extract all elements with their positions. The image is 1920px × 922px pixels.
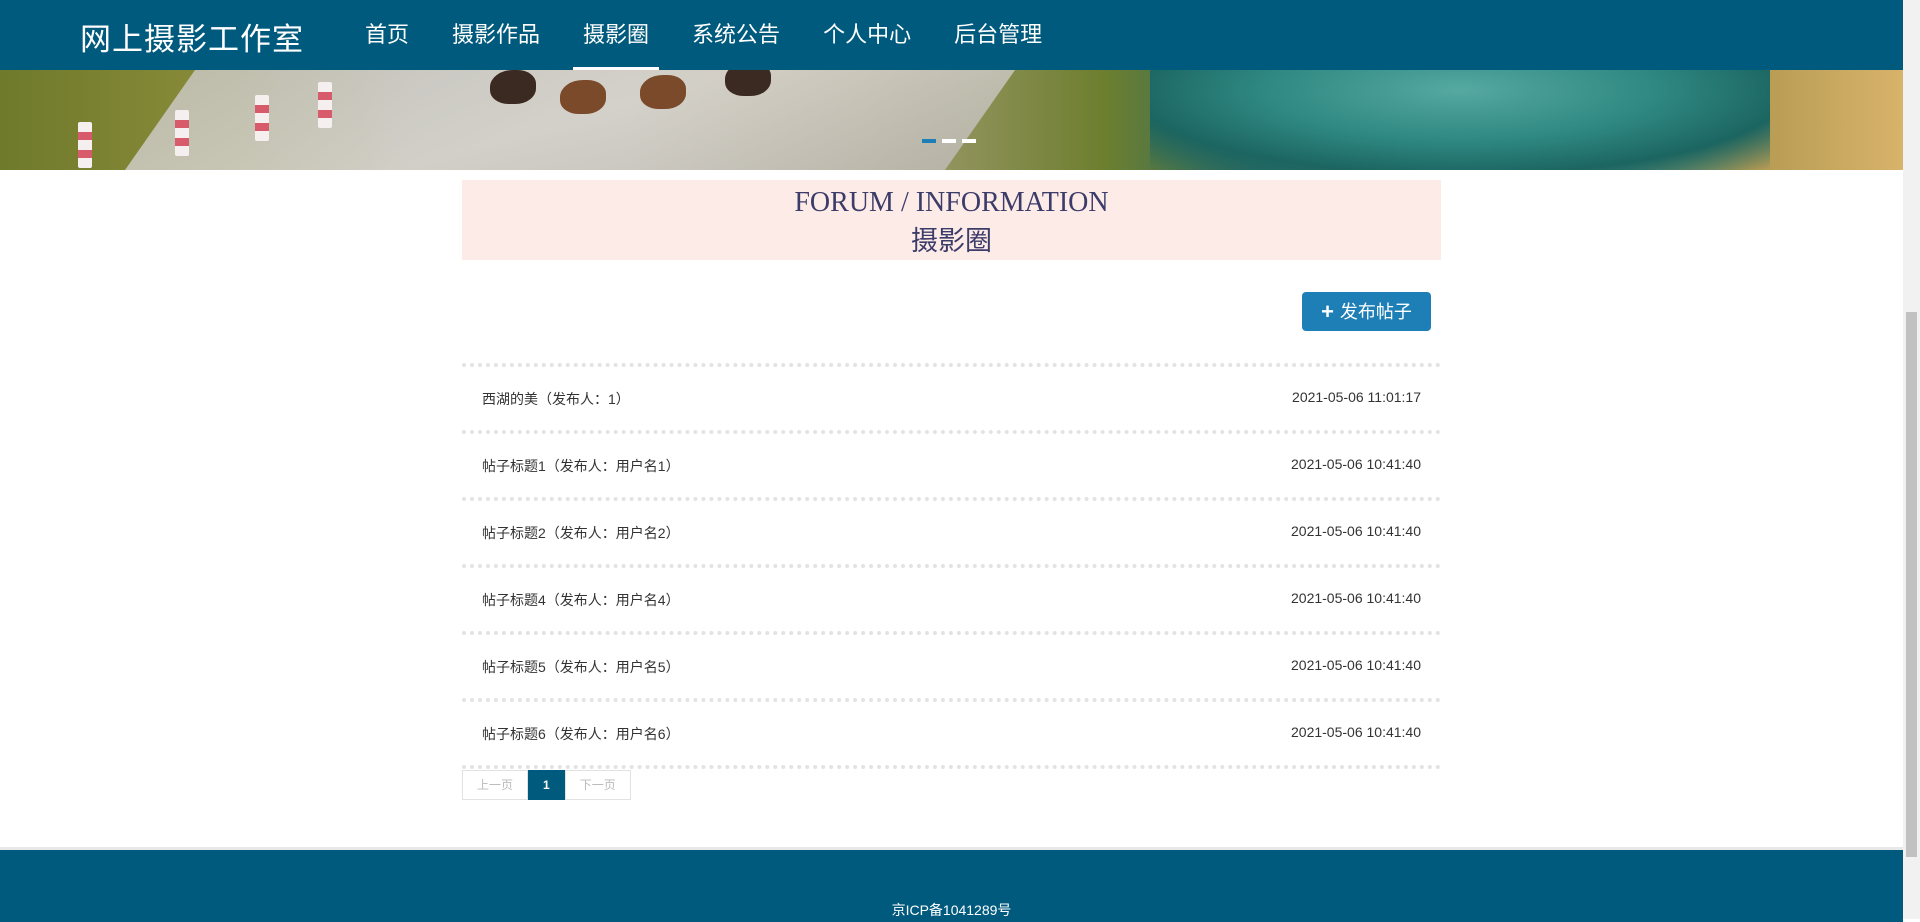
icp-record: 京ICP备1041289号 (891, 902, 1012, 918)
section-title: FORUM / INFORMATION 摄影圈 (462, 180, 1441, 260)
post-time: 2021-05-06 10:41:40 (1291, 657, 1421, 673)
banner-post (78, 122, 92, 168)
plus-icon: + (1321, 299, 1334, 324)
post-time: 2021-05-06 10:41:40 (1291, 456, 1421, 472)
new-post-label: 发布帖子 (1339, 302, 1412, 322)
banner-cow (725, 70, 771, 96)
list-item[interactable]: 西湖的美（发布人：1） 2021-05-06 11:01:17 (462, 363, 1441, 430)
banner-cow (560, 80, 606, 114)
list-item[interactable]: 帖子标题1（发布人：用户名1） 2021-05-06 10:41:40 (462, 430, 1441, 497)
list-item[interactable]: 帖子标题6（发布人：用户名6） 2021-05-06 10:41:40 (462, 698, 1441, 769)
post-time: 2021-05-06 11:01:17 (1292, 389, 1421, 405)
main-nav: 首页 摄影作品 摄影圈 系统公告 个人中心 后台管理 (355, 0, 1075, 70)
nav-item-admin[interactable]: 后台管理 (944, 0, 1052, 70)
post-time: 2021-05-06 10:41:40 (1291, 724, 1421, 740)
pagination: 上一页 1 下一页 (462, 770, 631, 800)
post-title[interactable]: 帖子标题1（发布人：用户名1） (482, 456, 680, 476)
post-time: 2021-05-06 10:41:40 (1291, 590, 1421, 606)
post-title[interactable]: 帖子标题4（发布人：用户名4） (482, 590, 680, 610)
footer: 京ICP备1041289号 (0, 847, 1903, 922)
post-time: 2021-05-06 10:41:40 (1291, 523, 1421, 539)
page-scrollbar[interactable] (1903, 0, 1920, 919)
section-title-en: FORUM / INFORMATION (794, 187, 1109, 218)
carousel-indicators (922, 139, 976, 143)
top-navbar: 网上摄影工作室 首页 摄影作品 摄影圈 系统公告 个人中心 后台管理 (0, 0, 1903, 70)
section-title-cn: 摄影圈 (911, 226, 992, 256)
carousel-dot[interactable] (962, 139, 976, 143)
page-number-current[interactable]: 1 (528, 770, 565, 800)
nav-item-works[interactable]: 摄影作品 (442, 0, 550, 70)
banner-cow (490, 70, 536, 104)
post-title[interactable]: 帖子标题2（发布人：用户名2） (482, 523, 680, 543)
banner-post (175, 110, 189, 156)
prev-page-button[interactable]: 上一页 (462, 770, 529, 800)
scrollbar-thumb[interactable] (1906, 312, 1917, 857)
list-item[interactable]: 帖子标题4（发布人：用户名4） 2021-05-06 10:41:40 (462, 564, 1441, 631)
nav-item-home[interactable]: 首页 (355, 0, 419, 70)
banner-post (318, 82, 332, 128)
post-title[interactable]: 帖子标题6（发布人：用户名6） (482, 724, 680, 744)
nav-item-forum[interactable]: 摄影圈 (573, 0, 660, 70)
carousel-dot[interactable] (922, 139, 936, 143)
nav-item-notice[interactable]: 系统公告 (682, 0, 790, 70)
list-item[interactable]: 帖子标题2（发布人：用户名2） 2021-05-06 10:41:40 (462, 497, 1441, 564)
post-title[interactable]: 帖子标题5（发布人：用户名5） (482, 657, 680, 677)
list-item[interactable]: 帖子标题5（发布人：用户名5） 2021-05-06 10:41:40 (462, 631, 1441, 698)
banner-cow (640, 75, 686, 109)
next-page-button[interactable]: 下一页 (564, 770, 631, 800)
site-brand[interactable]: 网上摄影工作室 (80, 14, 304, 59)
banner-lake-graphic (1150, 70, 1770, 170)
nav-item-profile[interactable]: 个人中心 (813, 0, 921, 70)
banner-post (255, 95, 269, 141)
new-post-button[interactable]: + 发布帖子 (1302, 292, 1431, 331)
carousel-dot[interactable] (942, 139, 956, 143)
banner-carousel[interactable] (0, 70, 1903, 170)
post-title[interactable]: 西湖的美（发布人：1） (482, 389, 630, 409)
post-list: 西湖的美（发布人：1） 2021-05-06 11:01:17 帖子标题1（发布… (462, 363, 1441, 769)
